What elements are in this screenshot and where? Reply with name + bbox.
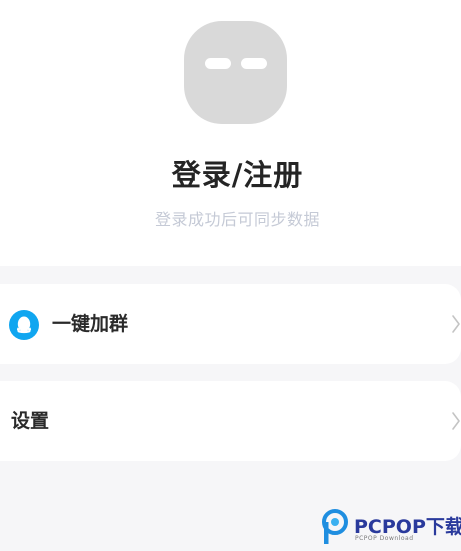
pcpop-watermark: PCPOP下载 PCPOP Download (318, 507, 461, 549)
login-register-link[interactable]: 登录/注册 (0, 152, 461, 194)
profile-header: 登录/注册 登录成功后可同步数据 (0, 0, 461, 266)
menu-item-label: 设置 (11, 410, 50, 432)
menu-item-join-group[interactable]: 一键加群 (0, 284, 461, 364)
qq-penguin-icon (9, 310, 39, 340)
watermark-sub: PCPOP Download (355, 535, 414, 542)
menu-item-settings[interactable]: 设置 (0, 381, 461, 461)
chevron-right-icon (452, 412, 460, 430)
avatar[interactable] (184, 21, 287, 124)
chevron-right-icon (452, 315, 460, 333)
login-subtitle: 登录成功后可同步数据 (154, 210, 320, 229)
avatar-right-eye (241, 58, 267, 69)
avatar-left-eye (205, 58, 231, 69)
pcpop-logo-icon (322, 509, 348, 544)
menu-item-label: 一键加群 (52, 313, 129, 335)
